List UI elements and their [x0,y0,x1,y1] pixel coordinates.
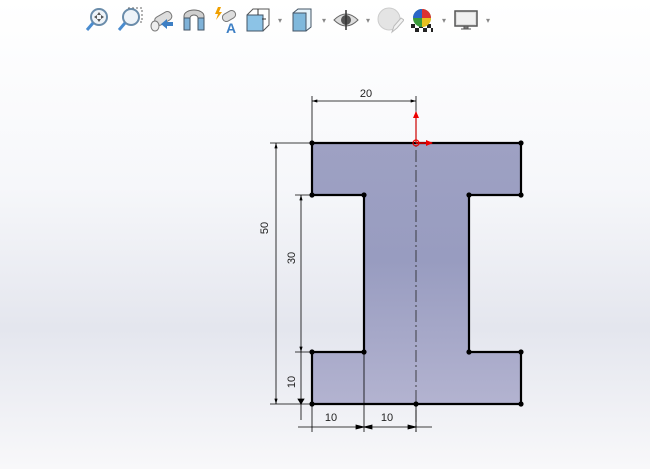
dimension-web-height[interactable]: 30 [286,252,298,264]
dimension-flange-thickness[interactable]: 10 [286,376,298,388]
origin-icon [412,111,433,147]
dimension-half-web[interactable]: 10 [381,412,393,424]
dimension-total-height[interactable]: 50 [259,222,271,234]
i-beam-profile[interactable] [310,141,523,406]
graphics-area[interactable]: 20 50 30 10 10 10 [0,0,650,469]
dimension-flange-overhang[interactable]: 10 [325,412,337,424]
dimension-top-width[interactable]: 20 [360,88,372,100]
